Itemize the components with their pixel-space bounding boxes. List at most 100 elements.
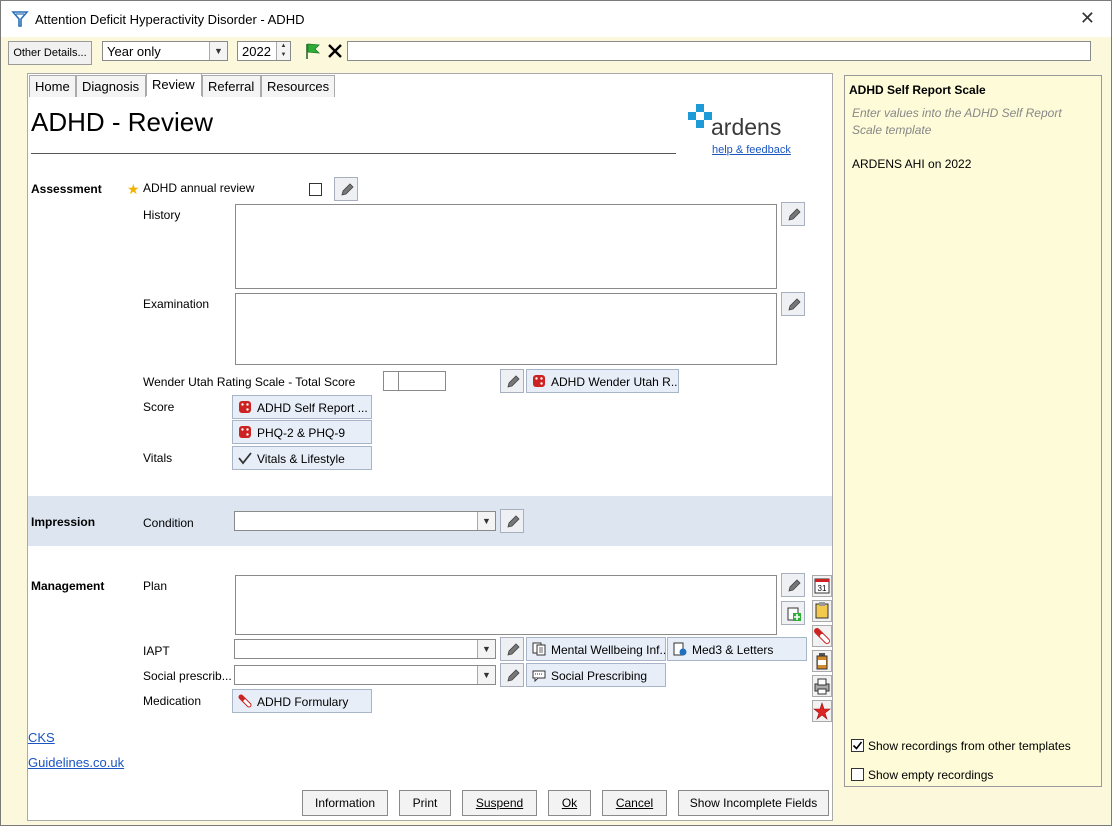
information-button[interactable]: Information <box>302 790 388 816</box>
condition-label: Condition <box>143 516 194 530</box>
year-stepper[interactable]: 2022 ▲ ▼ <box>237 41 291 61</box>
tab-review[interactable]: Review <box>146 73 202 96</box>
add-document-icon[interactable] <box>781 601 805 625</box>
toolbar: Other Details... Year only ▼ 2022 ▲ ▼ <box>1 37 1111 67</box>
phq-label: PHQ-2 & PHQ-9 <box>257 426 346 440</box>
wender-template-label: ADHD Wender Utah R... <box>551 375 679 389</box>
management-section-label: Management <box>31 579 105 593</box>
favourite-star-icon[interactable] <box>812 700 832 722</box>
year-value: 2022 <box>242 44 271 59</box>
title-divider <box>31 153 676 154</box>
tab-referral[interactable]: Referral <box>202 75 261 97</box>
period-select-value: Year only <box>107 44 161 59</box>
close-icon[interactable]: ✕ <box>1080 8 1095 29</box>
pencil-icon[interactable] <box>781 573 805 597</box>
social-prescribing-button[interactable]: Social Prescribing <box>526 663 666 687</box>
cks-link[interactable]: CKS <box>28 730 55 745</box>
chevron-down-icon: ▼ <box>477 512 495 530</box>
application-window: Attention Deficit Hyperactivity Disorder… <box>0 0 1112 826</box>
show-incomplete-fields-button[interactable]: Show Incomplete Fields <box>678 790 829 816</box>
impression-section-label: Impression <box>31 515 96 529</box>
wender-score-prefix[interactable] <box>383 371 399 391</box>
social-prescribing-btn-label: Social Prescribing <box>551 669 648 683</box>
suspend-button[interactable]: Suspend <box>462 790 537 816</box>
chevron-down-icon: ▼ <box>477 666 495 684</box>
calendar-icon[interactable]: 31 <box>812 575 832 597</box>
tab-diagnosis[interactable]: Diagnosis <box>76 75 146 97</box>
confirm-flag-icon[interactable] <box>303 41 323 61</box>
document-icon <box>532 642 546 656</box>
pill-icon <box>238 694 252 708</box>
adhd-formulary-button[interactable]: ADHD Formulary <box>232 689 372 713</box>
chevron-down-icon: ▼ <box>477 640 495 658</box>
cancel-button[interactable]: Cancel <box>602 790 667 816</box>
panel-entry: ARDENS AHI on 2022 <box>852 157 972 171</box>
other-details-button[interactable]: Other Details... <box>8 41 92 65</box>
clipboard-icon[interactable] <box>812 600 832 622</box>
pencil-icon[interactable] <box>781 202 805 226</box>
svg-text:31: 31 <box>818 584 827 593</box>
adhd-self-report-label: ADHD Self Report ... <box>257 401 368 415</box>
print-button[interactable]: Print <box>399 790 451 816</box>
medication-label: Medication <box>143 694 202 708</box>
show-other-templates-label: Show recordings from other templates <box>868 739 1071 753</box>
pencil-icon[interactable] <box>334 177 358 201</box>
iapt-select[interactable]: ▼ <box>234 639 496 659</box>
assessment-section-label: Assessment <box>31 182 102 196</box>
history-field[interactable] <box>235 204 777 289</box>
examination-field[interactable] <box>235 293 777 365</box>
tab-home[interactable]: Home <box>29 75 76 97</box>
checkmark-icon <box>852 741 863 750</box>
pencil-icon[interactable] <box>500 663 524 687</box>
show-other-templates-checkbox[interactable] <box>851 739 864 752</box>
wender-template-button[interactable]: ADHD Wender Utah R... <box>526 369 679 393</box>
app-logo-icon <box>11 11 29 27</box>
window-title: Attention Deficit Hyperactivity Disorder… <box>35 12 305 27</box>
clear-x-icon[interactable] <box>325 41 345 61</box>
dice-icon <box>533 375 545 387</box>
vitals-lifestyle-button[interactable]: Vitals & Lifestyle <box>232 446 372 470</box>
iapt-label: IAPT <box>143 644 170 658</box>
annual-review-checkbox[interactable] <box>309 183 322 196</box>
ok-button[interactable]: Ok <box>548 790 591 816</box>
dice-icon <box>239 426 251 438</box>
annual-review-label: ADHD annual review <box>143 181 255 195</box>
letter-icon <box>673 642 687 656</box>
printer-icon[interactable] <box>812 675 832 697</box>
plan-field[interactable] <box>235 575 777 635</box>
help-feedback-link[interactable]: help & feedback <box>712 144 791 156</box>
pencil-icon[interactable] <box>781 292 805 316</box>
spin-arrows-icon[interactable]: ▲ ▼ <box>276 42 290 60</box>
guidelines-link[interactable]: Guidelines.co.uk <box>28 755 124 770</box>
med3-letters-button[interactable]: Med3 & Letters <box>667 637 807 661</box>
vitals-label: Vitals <box>143 451 173 465</box>
social-prescribing-label: Social prescrib... <box>143 669 232 683</box>
pencil-icon[interactable] <box>500 369 524 393</box>
panel-hint: Enter values into the ADHD Self Report S… <box>852 106 1062 137</box>
page-title: ADHD - Review <box>31 107 214 137</box>
condition-select[interactable]: ▼ <box>234 511 496 531</box>
mental-wellbeing-button[interactable]: Mental Wellbeing Inf... <box>526 637 666 661</box>
template-info-panel: ADHD Self Report Scale Enter values into… <box>844 75 1102 787</box>
chat-icon <box>532 670 546 682</box>
mental-wellbeing-label: Mental Wellbeing Inf... <box>551 643 666 657</box>
tab-resources[interactable]: Resources <box>261 75 335 97</box>
pencil-icon[interactable] <box>500 637 524 661</box>
medicine-bottle-icon[interactable] <box>812 650 832 672</box>
ardens-logo-text: ardens <box>711 114 782 140</box>
star-icon: ★ <box>127 181 140 197</box>
history-label: History <box>143 208 181 222</box>
pill-icon[interactable] <box>812 625 832 647</box>
adhd-self-report-button[interactable]: ADHD Self Report ... <box>232 395 372 419</box>
wender-label: Wender Utah Rating Scale - Total Score <box>143 375 356 389</box>
dice-icon <box>239 401 251 413</box>
social-prescribing-select[interactable]: ▼ <box>234 665 496 685</box>
period-select[interactable]: Year only ▼ <box>102 41 228 61</box>
phq-button[interactable]: PHQ-2 & PHQ-9 <box>232 420 372 444</box>
wender-score-input[interactable] <box>398 371 446 391</box>
checkmark-icon <box>238 452 252 465</box>
show-empty-checkbox[interactable] <box>851 768 864 781</box>
search-input[interactable] <box>347 41 1091 61</box>
pencil-icon[interactable] <box>500 509 524 533</box>
examination-label: Examination <box>143 297 210 311</box>
